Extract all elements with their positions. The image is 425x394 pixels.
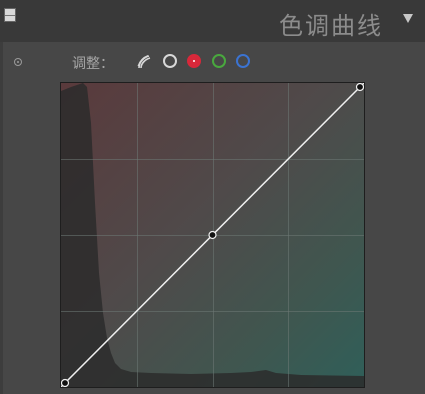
blue-channel-circle-icon[interactable]	[236, 54, 250, 68]
tone-curve-panel: 调整：	[3, 42, 425, 394]
curve-control-point[interactable]	[61, 378, 70, 387]
panel-header: 色调曲线	[0, 0, 425, 42]
panel-toggle-switch[interactable]	[4, 8, 16, 22]
curve-control-point[interactable]	[355, 83, 364, 92]
tone-curve-canvas[interactable]	[61, 83, 364, 387]
triangle-down-icon[interactable]	[403, 14, 413, 23]
rgb-channel-circle-icon[interactable]	[163, 54, 177, 68]
green-channel-circle-icon[interactable]	[212, 54, 226, 68]
point-curve-icon[interactable]	[137, 54, 151, 69]
red-channel-circle-icon[interactable]	[187, 54, 201, 68]
adjust-label: 调整：	[72, 56, 114, 72]
tone-curve-graph[interactable]	[60, 82, 365, 388]
panel-title: 色调曲线	[279, 12, 383, 40]
curve-control-point[interactable]	[208, 230, 217, 240]
target-adjust-icon[interactable]	[14, 58, 22, 66]
